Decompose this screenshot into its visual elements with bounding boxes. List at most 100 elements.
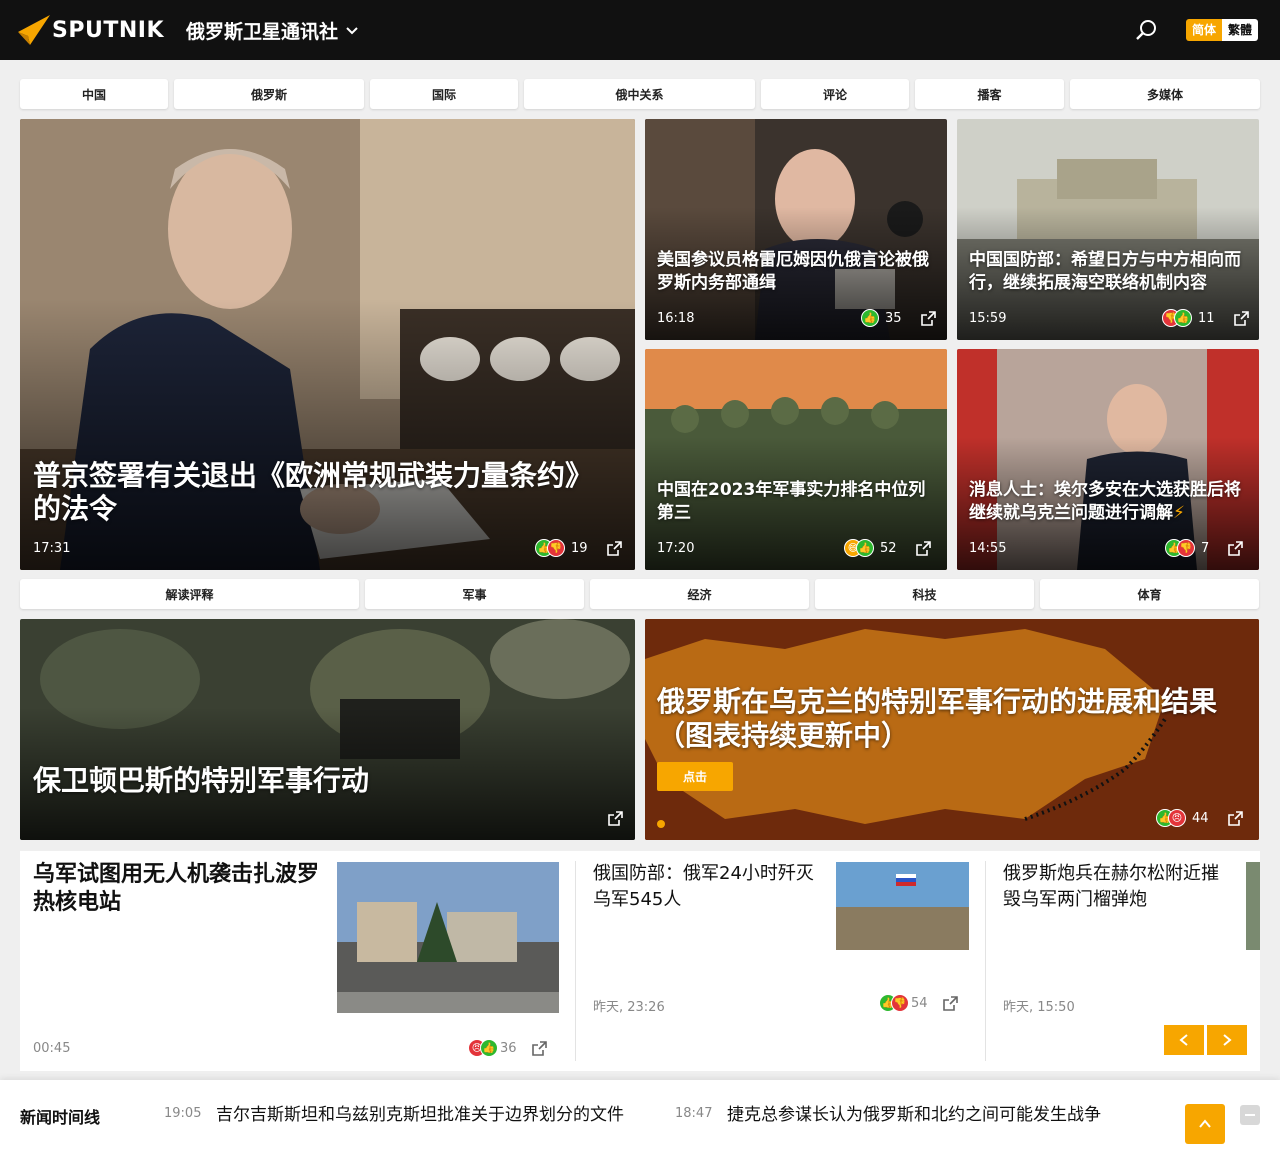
minimize-timeline-button[interactable] bbox=[1240, 1105, 1260, 1125]
nav-tab-russia-china[interactable]: 俄中关系 bbox=[524, 79, 755, 109]
article-title[interactable]: 中国在2023年军事实力排名中位列第三 bbox=[657, 479, 937, 525]
nav-tab-opinion[interactable]: 评论 bbox=[761, 79, 909, 109]
reaction-count: 35 bbox=[885, 310, 902, 326]
featured-article-time: 17:31 bbox=[33, 541, 71, 556]
article-meta: 👎 👍 11 bbox=[1162, 309, 1250, 327]
article-time: 14:55 bbox=[969, 541, 1007, 556]
news-time: 00:45 bbox=[33, 1041, 71, 1056]
news-title[interactable]: 俄罗斯炮兵在赫尔松附近摧毁乌军两门榴弹炮 bbox=[1003, 861, 1228, 913]
article-time: 16:18 bbox=[657, 311, 695, 326]
logo-text: SPUTNIK bbox=[52, 17, 164, 43]
reaction-count: 19 bbox=[571, 540, 588, 556]
timeline-label[interactable]: 新闻时间线 bbox=[20, 1104, 100, 1128]
language-switch: 简体 繁體 bbox=[1186, 19, 1259, 41]
nav-tab-multimedia[interactable]: 多媒体 bbox=[1070, 79, 1260, 109]
site-title: 俄罗斯卫星通讯社 bbox=[186, 21, 339, 43]
nav-tab-podcast[interactable]: 播客 bbox=[915, 79, 1064, 109]
primary-nav: 中国 俄罗斯 国际 俄中关系 评论 播客 多媒体 bbox=[20, 79, 1260, 111]
reactions: 👍 😠 bbox=[1156, 809, 1186, 827]
nav-tab-analysis[interactable]: 解读评释 bbox=[20, 579, 359, 609]
reaction-count: 7 bbox=[1201, 540, 1210, 556]
carousel-dot[interactable] bbox=[657, 820, 665, 828]
promo-title[interactable]: 俄罗斯在乌克兰的特别军事行动的进展和结果（图表持续更新中） bbox=[657, 685, 1247, 753]
reaction-count: 44 bbox=[1192, 810, 1209, 826]
share-icon[interactable] bbox=[920, 310, 937, 327]
search-icon[interactable] bbox=[1135, 18, 1159, 42]
reaction-count: 54 bbox=[911, 995, 928, 1011]
timeline-item[interactable]: 19:05 吉尔吉斯斯坦和乌兹别克斯坦批准关于边界划分的文件 bbox=[164, 1104, 644, 1154]
thumbs-up-icon: 👍 bbox=[856, 539, 874, 557]
article-title[interactable]: 美国参议员格雷厄姆因仇俄言论被俄罗斯内务部通缉 bbox=[657, 249, 937, 295]
promo-meta: 👍 😠 44 bbox=[1156, 809, 1244, 827]
lang-traditional-button[interactable]: 繁體 bbox=[1222, 19, 1259, 41]
image-gradient bbox=[20, 299, 635, 570]
article-time: 17:20 bbox=[657, 541, 695, 556]
timeline-item[interactable]: 18:47 捷克总参谋长认为俄罗斯和北约之间可能发生战争 bbox=[675, 1104, 1155, 1154]
chevron-down-icon bbox=[346, 26, 358, 34]
featured-article-title[interactable]: 普京签署有关退出《欧洲常规武装力量条约》的法令 bbox=[33, 459, 613, 525]
lang-simplified-button[interactable]: 简体 bbox=[1186, 19, 1223, 41]
news-title[interactable]: 俄国防部：俄军24小时歼灭乌军545人 bbox=[593, 861, 818, 913]
news-time: 昨天, 23:26 bbox=[593, 1000, 665, 1015]
site-header: SPUTNIK 俄罗斯卫星通讯社 简体 繁體 bbox=[0, 0, 1280, 60]
article-time: 15:59 bbox=[969, 311, 1007, 326]
reaction-count: 11 bbox=[1198, 310, 1215, 326]
scroll-up-button[interactable] bbox=[1185, 1104, 1225, 1144]
news-title[interactable]: 乌军试图用无人机袭击扎波罗热核电站 bbox=[33, 861, 323, 917]
featured-article-meta: 👍 👎 19 bbox=[535, 539, 623, 557]
timeline-time: 19:05 bbox=[164, 1106, 202, 1121]
site-title-dropdown[interactable]: 俄罗斯卫星通讯社 bbox=[186, 17, 358, 44]
reactions: 👍 👎 bbox=[535, 539, 565, 557]
nav-tab-sports[interactable]: 体育 bbox=[1040, 579, 1259, 609]
article-card[interactable]: 消息人士：埃尔多安在大选获胜后将继续就乌克兰问题进行调解⚡ 14:55 👍 👎 … bbox=[957, 349, 1259, 570]
nav-tab-military[interactable]: 军事 bbox=[365, 579, 584, 609]
carousel-prev-button[interactable] bbox=[1164, 1025, 1204, 1055]
article-title[interactable]: 消息人士：埃尔多安在大选获胜后将继续就乌克兰问题进行调解⚡ bbox=[969, 479, 1254, 525]
news-carousel: 乌军试图用无人机袭击扎波罗热核电站 00:45 😠 👍 36 俄国防部：俄军24… bbox=[20, 851, 1260, 1071]
timeline-time: 18:47 bbox=[675, 1106, 713, 1121]
news-meta: 👍 👎 54 bbox=[879, 994, 959, 1012]
share-icon[interactable] bbox=[1227, 540, 1244, 557]
timeline-headline[interactable]: 捷克总参谋长认为俄罗斯和北约之间可能发生战争 bbox=[727, 1104, 1157, 1127]
share-icon[interactable] bbox=[1233, 310, 1250, 327]
open-button[interactable]: 点击 bbox=[657, 762, 733, 791]
news-item[interactable]: 乌军试图用无人机袭击扎波罗热核电站 00:45 😠 👍 36 bbox=[20, 851, 576, 1071]
featured-article-card[interactable]: 普京签署有关退出《欧洲常规武装力量条约》的法令 17:31 👍 👎 19 bbox=[20, 119, 635, 570]
chevron-left-icon bbox=[1179, 1034, 1188, 1046]
angry-icon: 😠 bbox=[1168, 809, 1186, 827]
nav-tab-economy[interactable]: 经济 bbox=[590, 579, 809, 609]
news-image bbox=[836, 862, 969, 950]
article-meta: 👍 👎 7 bbox=[1165, 539, 1244, 557]
article-card[interactable]: 中国国防部：希望日方与中方相向而行，继续拓展海空联络机制内容 15:59 👎 👍… bbox=[957, 119, 1259, 340]
article-meta: 😄 👍 52 bbox=[844, 539, 932, 557]
nav-tab-world[interactable]: 国际 bbox=[370, 79, 518, 109]
share-icon[interactable] bbox=[606, 540, 623, 557]
share-icon[interactable] bbox=[942, 995, 959, 1012]
nav-tab-russia[interactable]: 俄罗斯 bbox=[174, 79, 364, 109]
article-card[interactable]: 美国参议员格雷厄姆因仇俄言论被俄罗斯内务部通缉 16:18 👍 35 bbox=[645, 119, 947, 340]
share-icon[interactable] bbox=[531, 1040, 548, 1057]
nav-tab-china[interactable]: 中国 bbox=[20, 79, 168, 109]
reactions: 😠 👍 bbox=[468, 1039, 498, 1057]
sputnik-logo[interactable]: SPUTNIK bbox=[18, 15, 164, 45]
news-item[interactable]: 俄国防部：俄军24小时歼灭乌军545人 昨天, 23:26 👍 👎 54 bbox=[576, 851, 986, 1071]
ukraine-operation-promo-card[interactable]: 俄罗斯在乌克兰的特别军事行动的进展和结果（图表持续更新中） 点击 👍 😠 44 bbox=[645, 619, 1259, 840]
nav-tab-science[interactable]: 科技 bbox=[815, 579, 1034, 609]
promo-title[interactable]: 保卫顿巴斯的特别军事行动 bbox=[33, 764, 613, 798]
carousel-next-button[interactable] bbox=[1207, 1025, 1247, 1055]
donbass-promo-card[interactable]: 保卫顿巴斯的特别军事行动 bbox=[20, 619, 635, 840]
reaction-count: 52 bbox=[880, 540, 897, 556]
thumbs-down-icon: 👎 bbox=[1177, 539, 1195, 557]
reactions: 👍 👎 bbox=[1165, 539, 1195, 557]
article-card[interactable]: 中国在2023年军事实力排名中位列第三 17:20 😄 👍 52 bbox=[645, 349, 947, 570]
timeline-headline[interactable]: 吉尔吉斯斯坦和乌兹别克斯坦批准关于边界划分的文件 bbox=[216, 1104, 646, 1127]
share-icon[interactable] bbox=[607, 810, 624, 827]
news-image bbox=[1246, 862, 1260, 950]
minus-icon bbox=[1245, 1114, 1255, 1116]
share-icon[interactable] bbox=[915, 540, 932, 557]
news-image bbox=[337, 862, 559, 1013]
news-timeline-bar: 新闻时间线 19:05 吉尔吉斯斯坦和乌兹别克斯坦批准关于边界划分的文件 18:… bbox=[0, 1080, 1280, 1167]
reactions: 👎 👍 bbox=[1162, 309, 1192, 327]
article-title[interactable]: 中国国防部：希望日方与中方相向而行，继续拓展海空联络机制内容 bbox=[969, 249, 1254, 295]
share-icon[interactable] bbox=[1227, 810, 1244, 827]
